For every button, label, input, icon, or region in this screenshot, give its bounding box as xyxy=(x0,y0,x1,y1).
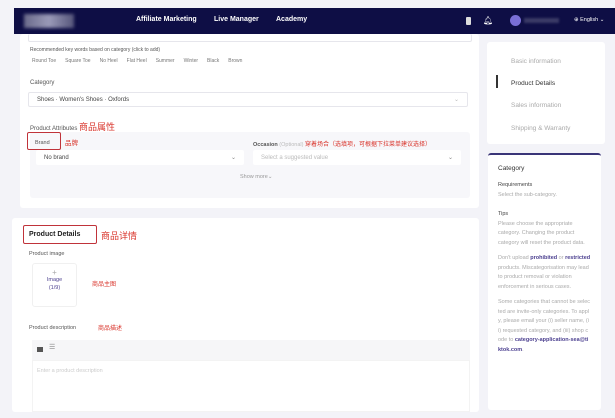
show-more-button[interactable]: Show more⌄ xyxy=(240,174,272,180)
bell-icon[interactable]: 🔔︎ xyxy=(483,16,493,25)
keyword-chip[interactable]: Brown xyxy=(228,58,242,64)
requirements-title: Requirements xyxy=(498,182,591,188)
image-icon[interactable] xyxy=(37,347,43,352)
nav-academy[interactable]: Academy xyxy=(276,16,307,23)
plus-icon: + xyxy=(33,268,76,277)
top-nav-bar: Affiliate Marketing Live Manager Academy… xyxy=(14,8,615,34)
attributes-annotation: 商品属性 xyxy=(79,122,115,132)
image-button-label: Image xyxy=(33,277,76,283)
details-annotation: 商品详情 xyxy=(101,229,137,242)
tip-paragraph: Some categories that cannot be selected … xyxy=(498,298,591,355)
keyword-chip[interactable]: Winter xyxy=(184,58,198,64)
active-indicator xyxy=(496,75,498,88)
category-select[interactable]: Shoes · Women's Shoes · Oxfords ⌄ xyxy=(28,92,468,107)
product-details-card: Product Details 商品详情 Product image + Ima… xyxy=(12,218,479,412)
show-more-label: Show more xyxy=(240,174,268,180)
category-value: Shoes · Women's Shoes · Oxfords xyxy=(37,97,129,103)
chevron-down-icon: ⌄ xyxy=(448,154,453,161)
tip-text: or xyxy=(557,255,565,261)
keyword-chip[interactable]: Square Toe xyxy=(65,58,90,64)
occasion-select[interactable]: Select a suggested value ⌄ xyxy=(253,150,461,165)
chevron-down-icon: ⌄ xyxy=(231,154,236,161)
occasion-label: Occasion (Optional) 穿着场合（选填项，可根据下拉菜单建议选择… xyxy=(253,139,431,148)
tips-panel-title: Category xyxy=(498,165,591,172)
keyword-chips: Round Toe Square Toe No Heel Flat Heel S… xyxy=(32,58,251,64)
tip-text: . xyxy=(522,347,524,353)
category-label: Category xyxy=(30,80,54,86)
image-upload-button[interactable]: + Image (1/9) xyxy=(32,263,77,307)
language-label: English xyxy=(580,17,598,23)
category-tips-panel: Category Requirements Select the sub-cat… xyxy=(488,153,601,410)
logo xyxy=(24,14,74,28)
keyword-chip[interactable]: Round Toe xyxy=(32,58,56,64)
sidenav-sales-information[interactable]: Sales information xyxy=(511,102,561,109)
list-icon[interactable]: ☰ xyxy=(49,343,55,351)
brand-value: No brand xyxy=(44,155,69,161)
sidenav-product-details[interactable]: Product Details xyxy=(511,80,555,87)
image-annotation: 商品主图 xyxy=(92,279,116,288)
nav-live-manager[interactable]: Live Manager xyxy=(214,16,259,23)
image-count: (1/9) xyxy=(33,285,76,291)
section-title: Product Details xyxy=(29,231,80,238)
language-selector[interactable]: ⊕ English ⌄ xyxy=(574,17,604,23)
avatar[interactable] xyxy=(510,15,521,26)
requirements-text: Select the sub-category. xyxy=(498,191,591,201)
occasion-optional: (Optional) xyxy=(279,142,303,148)
sidenav-basic-information[interactable]: Basic information xyxy=(511,58,561,65)
occasion-label-text: Occasion xyxy=(253,142,278,148)
brand-label: Brand xyxy=(35,140,50,146)
editor-toolbar: ☰ xyxy=(32,340,470,360)
product-name-input[interactable] xyxy=(28,34,472,42)
brand-annotation: 品牌 xyxy=(65,137,78,147)
tip-text: products. Miscategorisation may lead to … xyxy=(498,265,589,290)
occasion-annotation: 穿着场合（选填项，可根据下拉菜单建议选择） xyxy=(305,142,431,148)
keyword-chip[interactable]: Flat Heel xyxy=(127,58,147,64)
tip-text: Don't upload xyxy=(498,255,530,261)
phone-icon[interactable] xyxy=(466,17,471,25)
tip-paragraph: Please choose the appropriate category. … xyxy=(498,220,591,249)
restricted-link[interactable]: restricted xyxy=(565,255,590,261)
description-editor[interactable]: Enter a product description xyxy=(32,360,470,412)
attributes-panel: Brand 品牌 No brand ⌄ Occasion (Optional) 穿… xyxy=(30,132,470,198)
brand-select[interactable]: No brand ⌄ xyxy=(36,150,244,165)
sidenav-shipping-warranty[interactable]: Shipping & Warranty xyxy=(511,125,570,132)
tips-title: Tips xyxy=(498,211,591,217)
product-info-card: Recommended key words based on category … xyxy=(20,34,479,208)
keyword-chip[interactable]: Summer xyxy=(156,58,175,64)
occasion-placeholder: Select a suggested value xyxy=(261,155,328,161)
username-blurred xyxy=(524,18,559,23)
nav-affiliate-marketing[interactable]: Affiliate Marketing xyxy=(136,16,197,23)
section-nav: Basic information Product Details Sales … xyxy=(487,42,605,144)
description-label: Product description xyxy=(29,325,76,331)
prohibited-link[interactable]: prohibited xyxy=(530,255,557,261)
keywords-label: Recommended key words based on category … xyxy=(30,47,160,53)
chevron-down-icon: ⌄ xyxy=(454,96,459,103)
keyword-chip[interactable]: No Heel xyxy=(100,58,118,64)
description-placeholder: Enter a product description xyxy=(37,368,103,374)
tip-paragraph: Don't upload prohibited or restricted pr… xyxy=(498,254,591,292)
keyword-chip[interactable]: Black xyxy=(207,58,219,64)
product-image-label: Product image xyxy=(29,251,64,257)
description-annotation: 商品描述 xyxy=(98,323,122,332)
